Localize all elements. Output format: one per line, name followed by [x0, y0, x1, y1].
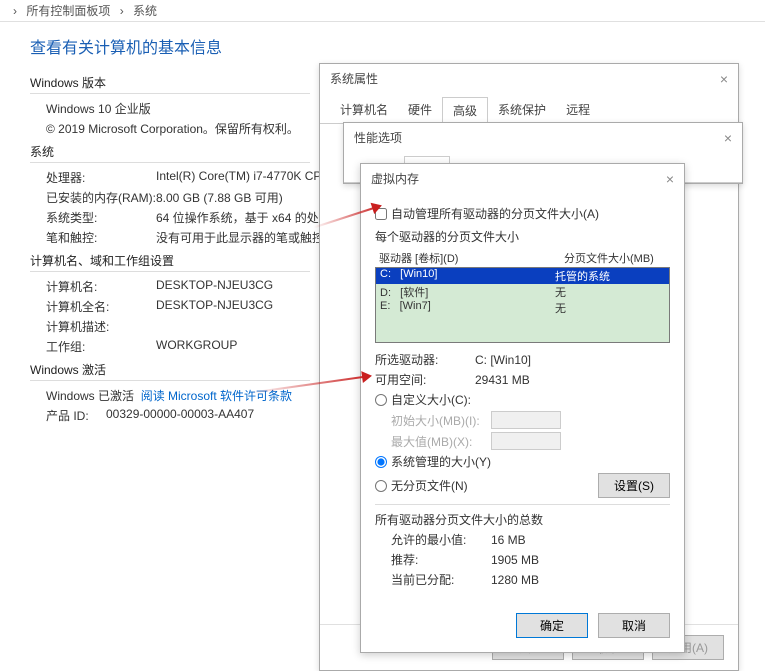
close-icon[interactable]: ×: [666, 171, 674, 187]
drive-letter: E:: [380, 300, 390, 312]
no-paging-radio[interactable]: [375, 480, 387, 492]
system-managed-label: 系统管理的大小(Y): [391, 453, 491, 470]
virtual-memory-dialog: 虚拟内存 × 自动管理所有驱动器的分页文件大小(A) 每个驱动器的分页文件大小 …: [360, 163, 685, 653]
breadcrumb-sep: ›: [120, 4, 124, 18]
close-icon[interactable]: ×: [724, 130, 732, 146]
computer-fullname-label: 计算机全名:: [46, 298, 156, 315]
ram-value: 8.00 GB (7.88 GB 可用): [156, 189, 283, 206]
vm-cancel-button[interactable]: 取消: [598, 613, 670, 638]
min-value: 16 MB: [491, 533, 526, 547]
avail-space-value: 29431 MB: [475, 373, 530, 387]
selected-drive-value: C: [Win10]: [475, 353, 531, 367]
computer-fullname-value: DESKTOP-NJEU3CG: [156, 298, 273, 315]
section-header-system: 系统: [30, 143, 310, 163]
close-icon[interactable]: ×: [720, 71, 728, 87]
computer-name-value: DESKTOP-NJEU3CG: [156, 278, 273, 295]
tab-advanced[interactable]: 高级: [442, 97, 488, 124]
section-header-winver: Windows 版本: [30, 74, 310, 94]
system-managed-radio[interactable]: [375, 456, 387, 468]
type-value: 64 位操作系统，基于 x64 的处理器: [156, 209, 343, 226]
custom-size-radio[interactable]: [375, 394, 387, 406]
drive-row[interactable]: C: [Win10] 托管的系统: [376, 268, 669, 284]
size-col-header: 分页文件大小(MB): [560, 249, 670, 267]
rec-label: 推荐:: [391, 551, 491, 568]
dialog-title: 性能选项: [354, 129, 402, 146]
breadcrumb-item[interactable]: 所有控制面板项: [26, 4, 110, 18]
pen-label: 笔和触控:: [46, 229, 156, 246]
breadcrumb: › 所有控制面板项 › 系统: [0, 0, 765, 22]
drive-row[interactable]: D: [软件] 无: [376, 284, 669, 300]
set-button[interactable]: 设置(S): [598, 473, 670, 498]
avail-space-label: 可用空间:: [375, 371, 475, 388]
pen-value: 没有可用于此显示器的笔或触控输: [156, 229, 336, 246]
drive-letter: D:: [380, 287, 391, 299]
auto-manage-label: 自动管理所有驱动器的分页文件大小(A): [391, 205, 599, 222]
totals-header: 所有驱动器分页文件大小的总数: [375, 511, 670, 528]
activation-status: Windows 已激活: [46, 387, 134, 404]
drive-size: 无: [555, 300, 665, 316]
no-paging-label: 无分页文件(N): [391, 477, 468, 494]
per-drive-label: 每个驱动器的分页文件大小: [375, 228, 670, 245]
computer-desc-label: 计算机描述:: [46, 318, 156, 335]
tab-protection[interactable]: 系统保护: [488, 97, 556, 123]
initial-size-label: 初始大小(MB)(I):: [391, 412, 491, 429]
workgroup-label: 工作组:: [46, 338, 156, 355]
vm-ok-button[interactable]: 确定: [516, 613, 588, 638]
drive-size: 无: [555, 284, 665, 300]
cur-label: 当前已分配:: [391, 571, 491, 588]
ram-label: 已安装的内存(RAM):: [46, 189, 156, 206]
win-edition: Windows 10 企业版: [46, 100, 151, 117]
drive-size: 托管的系统: [555, 268, 665, 284]
tab-hardware[interactable]: 硬件: [398, 97, 442, 123]
drive-list[interactable]: C: [Win10] 托管的系统 D: [软件] 无 E: [Win7] 无: [375, 267, 670, 343]
max-size-label: 最大值(MB)(X):: [391, 433, 491, 450]
cpu-label: 处理器:: [46, 169, 156, 186]
tab-remote[interactable]: 远程: [556, 97, 600, 123]
page-title: 查看有关计算机的基本信息: [0, 22, 765, 68]
section-header-computer: 计算机名、域和工作组设置: [30, 252, 310, 272]
tab-computername[interactable]: 计算机名: [330, 97, 398, 123]
license-terms-link[interactable]: 阅读 Microsoft 软件许可条款: [141, 387, 292, 404]
cpu-value: Intel(R) Core(TM) i7-4770K CPU: [156, 169, 330, 186]
breadcrumb-item[interactable]: 系统: [133, 4, 157, 18]
dialog-title: 虚拟内存: [371, 170, 419, 187]
min-label: 允许的最小值:: [391, 531, 491, 548]
selected-drive-label: 所选驱动器:: [375, 351, 475, 368]
drive-col-header: 驱动器 [卷标](D): [375, 249, 560, 267]
drive-label: [Win7]: [400, 300, 431, 312]
product-id-value: 00329-00000-00003-AA407: [106, 407, 254, 424]
product-id-label: 产品 ID:: [46, 407, 106, 424]
drive-row[interactable]: E: [Win7] 无: [376, 300, 669, 316]
dialog-title: 系统属性: [330, 70, 378, 87]
workgroup-value: WORKGROUP: [156, 338, 237, 355]
drive-label: [软件]: [400, 287, 428, 299]
type-label: 系统类型:: [46, 209, 156, 226]
cur-value: 1280 MB: [491, 573, 539, 587]
sysprops-tabs: 计算机名 硬件 高级 系统保护 远程: [320, 97, 738, 124]
drive-letter: C:: [380, 268, 391, 280]
rec-value: 1905 MB: [491, 553, 539, 567]
computer-name-label: 计算机名:: [46, 278, 156, 295]
drive-label: [Win10]: [400, 268, 437, 280]
custom-size-label: 自定义大小(C):: [391, 391, 471, 408]
max-size-input[interactable]: [491, 432, 561, 450]
initial-size-input[interactable]: [491, 411, 561, 429]
win-copyright: © 2019 Microsoft Corporation。保留所有权利。: [46, 120, 299, 137]
section-header-activation: Windows 激活: [30, 361, 310, 381]
auto-manage-checkbox[interactable]: [375, 208, 387, 220]
breadcrumb-sep: ›: [13, 4, 17, 18]
